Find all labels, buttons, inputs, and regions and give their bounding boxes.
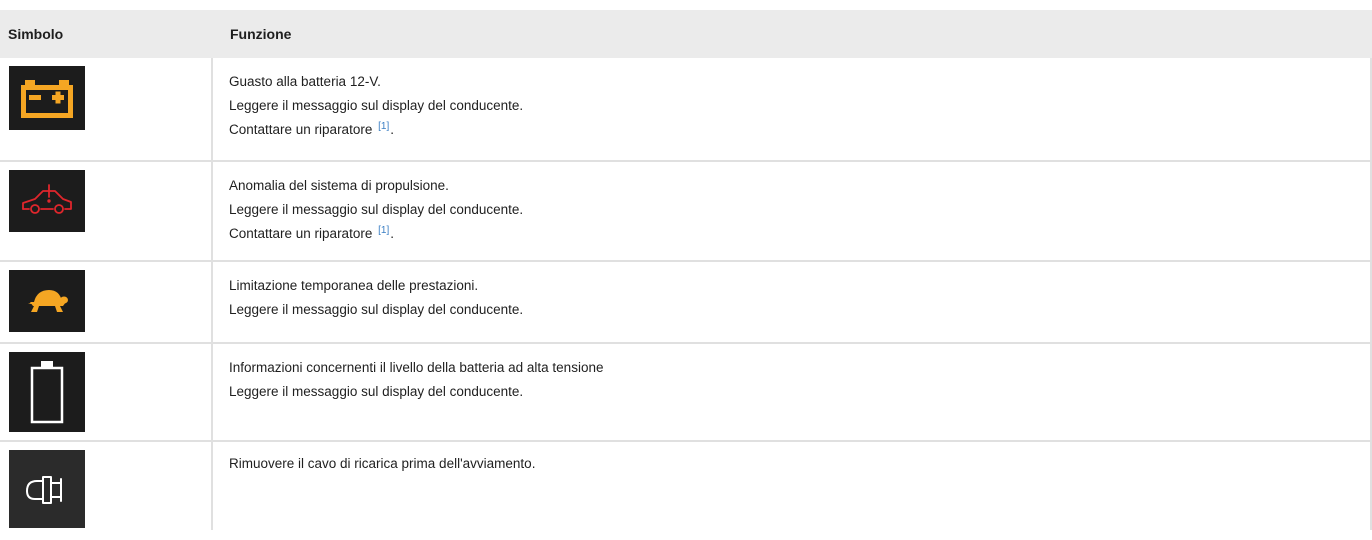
table-row: Informazioni concernenti il livello dell… [0,344,1372,442]
turtle-reduced-power-icon [9,270,85,332]
footnote-link[interactable]: [1] [378,225,389,236]
table-row: Guasto alla batteria 12-V. Leggere il me… [0,58,1372,162]
table-row: Anomalia del sistema di propulsione. Leg… [0,162,1372,262]
function-line: Guasto alla batteria 12-V. [229,74,381,89]
table-row: Limitazione temporanea delle prestazioni… [0,262,1372,344]
table-row: Rimuovere il cavo di ricarica prima dell… [0,442,1372,530]
function-cell: Guasto alla batteria 12-V. Leggere il me… [213,58,1372,160]
charging-cable-plug-icon [9,450,85,528]
function-line: Leggere il messaggio sul display del con… [229,302,524,317]
function-line: Contattare un riparatore [1]. [229,224,394,241]
table-header: Simbolo Funzione [0,10,1372,58]
function-line: Rimuovere il cavo di ricarica prima dell… [229,456,536,471]
function-line: Anomalia del sistema di propulsione. [229,178,449,193]
propulsion-system-fault-icon [9,170,85,232]
symbol-cell [0,442,213,530]
function-line: Leggere il messaggio sul display del con… [229,202,524,217]
footnote-link[interactable]: [1] [378,121,389,132]
function-line: Contattare un riparatore [1]. [229,120,394,137]
symbol-cell [0,262,213,342]
warning-symbols-table: Simbolo Funzione Guasto alla batteria 12… [0,10,1372,530]
function-cell: Limitazione temporanea delle prestazioni… [213,262,1372,342]
function-cell: Anomalia del sistema di propulsione. Leg… [213,162,1372,260]
header-function: Funzione [230,26,292,42]
function-cell: Informazioni concernenti il livello dell… [213,344,1372,440]
function-line: Leggere il messaggio sul display del con… [229,384,524,399]
function-line: Leggere il messaggio sul display del con… [229,98,524,113]
battery-12v-warning-icon [9,66,85,130]
symbol-cell [0,58,213,160]
symbol-cell [0,344,213,440]
function-line: Limitazione temporanea delle prestazioni… [229,278,479,293]
symbol-cell [0,162,213,260]
function-line: Informazioni concernenti il livello dell… [229,360,604,375]
high-voltage-battery-icon [9,352,85,432]
header-symbol: Simbolo [8,26,64,42]
function-cell: Rimuovere il cavo di ricarica prima dell… [213,442,1372,530]
